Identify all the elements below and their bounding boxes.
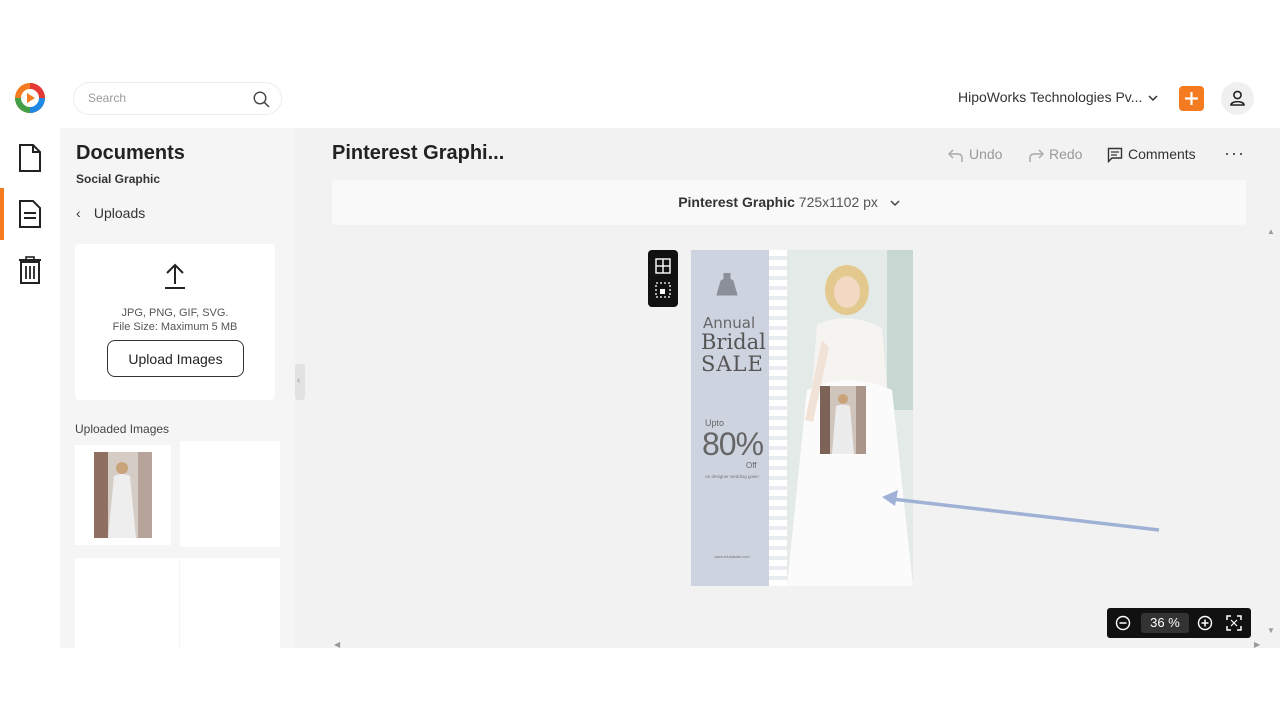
canvas-toolbar [648, 250, 678, 307]
plus-icon [1185, 92, 1198, 105]
upload-images-button[interactable]: Upload Images [107, 340, 244, 377]
zoom-value: 36 [1150, 615, 1165, 630]
undo-button[interactable]: Undo [947, 146, 1003, 163]
design-text-sale[interactable]: SALE [701, 352, 764, 376]
upload-requirements: JPG, PNG, GIF, SVG. File Size: Maximum 5… [75, 306, 275, 334]
fit-screen-icon[interactable] [1226, 615, 1242, 631]
design-text-bridal[interactable]: Bridal [701, 330, 766, 354]
search-input[interactable] [88, 91, 248, 105]
select-area-icon[interactable] [655, 282, 671, 298]
rail-documents[interactable] [0, 188, 60, 240]
search-icon[interactable] [253, 91, 270, 108]
upload-card: JPG, PNG, GIF, SVG. File Size: Maximum 5… [75, 244, 275, 400]
top-bar: HipoWorks Technologies Pv... [0, 70, 1280, 128]
redo-icon [1029, 149, 1045, 163]
back-label: Uploads [93, 205, 146, 221]
user-icon [1230, 90, 1245, 106]
app-root: HipoWorks Technologies Pv... [0, 70, 1280, 648]
design-canvas[interactable]: Annual Bridal SALE Upto 80% Off on desig… [691, 250, 913, 586]
scroll-left-arrow-icon[interactable]: ◀ [334, 640, 340, 648]
upload-size-limit: File Size: Maximum 5 MB [112, 321, 238, 333]
empty-image-slot [75, 558, 179, 648]
user-avatar[interactable] [1221, 82, 1254, 115]
zoom-unit: % [1168, 615, 1180, 630]
documents-icon [19, 200, 41, 228]
redo-button[interactable]: Redo [1028, 146, 1082, 163]
format-bar: Pinterest Graphic 725x1102 px [332, 180, 1246, 225]
search-box [73, 82, 282, 115]
format-name: Pinterest Graphic [678, 194, 795, 210]
rail-new-document[interactable] [0, 132, 60, 184]
design-text-band [691, 250, 771, 586]
side-panel: Documents Social Graphic ‹ Uploads JPG, … [60, 128, 295, 648]
design-text-discount[interactable]: 80% [702, 426, 764, 463]
comments-label: Comments [1128, 146, 1196, 162]
back-to-uploads-link[interactable]: ‹ Uploads [76, 205, 145, 221]
uploaded-images-label: Uploaded Images [75, 422, 170, 436]
dress-icon [716, 273, 738, 296]
format-size: 725x1102 px [798, 194, 878, 210]
org-switcher[interactable]: HipoWorks Technologies Pv... [958, 89, 1158, 105]
left-rail [0, 128, 60, 648]
chevron-left-icon: ‹ [297, 375, 301, 386]
empty-image-slot [180, 558, 280, 648]
uploaded-image-cell [75, 445, 171, 545]
scroll-up-arrow-icon[interactable]: ▲ [1267, 227, 1275, 236]
document-title[interactable]: Pinterest Graphi... [332, 142, 504, 165]
app-logo[interactable] [14, 82, 46, 114]
trash-icon [19, 256, 41, 284]
redo-label: Redo [1049, 146, 1083, 162]
design-text-subline[interactable]: on designer wedding gown [697, 474, 767, 480]
lace-border [769, 250, 787, 586]
design-text-off[interactable]: Off [746, 461, 757, 470]
zoom-out-icon[interactable] [1115, 615, 1131, 631]
add-button[interactable] [1179, 86, 1204, 111]
design-text-url[interactable]: www.bridalsale.com [697, 554, 767, 559]
undo-label: Undo [969, 146, 1003, 162]
more-options-button[interactable]: ··· [1224, 143, 1245, 164]
panel-title: Documents [76, 142, 185, 164]
panel-subtitle: Social Graphic [76, 172, 161, 186]
scroll-right-arrow-icon[interactable]: ▶ [1254, 640, 1260, 648]
rail-trash[interactable] [0, 244, 60, 296]
chevron-down-icon [1148, 95, 1158, 101]
upload-icon [165, 263, 185, 289]
zoom-control: 36 % [1107, 608, 1251, 638]
placed-image[interactable] [820, 386, 866, 454]
comments-button[interactable]: Comments [1107, 146, 1196, 164]
annotation-arrow-icon [882, 490, 1160, 532]
format-selector[interactable]: Pinterest Graphic 725x1102 px [332, 194, 1246, 210]
upload-formats: JPG, PNG, GIF, SVG. [121, 307, 229, 319]
uploaded-image-thumbnail[interactable] [94, 452, 152, 538]
undo-icon [947, 149, 963, 163]
panel-collapse-handle[interactable]: ‹ [295, 364, 305, 400]
scroll-down-arrow-icon[interactable]: ▼ [1267, 626, 1275, 635]
empty-image-slot [180, 441, 280, 547]
org-name: HipoWorks Technologies Pv... [958, 89, 1143, 105]
grid-icon[interactable] [655, 258, 671, 274]
zoom-level[interactable]: 36 % [1141, 613, 1189, 633]
chevron-down-icon [890, 200, 900, 206]
chevron-left-icon: ‹ [76, 205, 81, 221]
document-icon [19, 144, 41, 172]
comment-icon [1107, 148, 1123, 164]
zoom-in-icon[interactable] [1197, 615, 1213, 631]
